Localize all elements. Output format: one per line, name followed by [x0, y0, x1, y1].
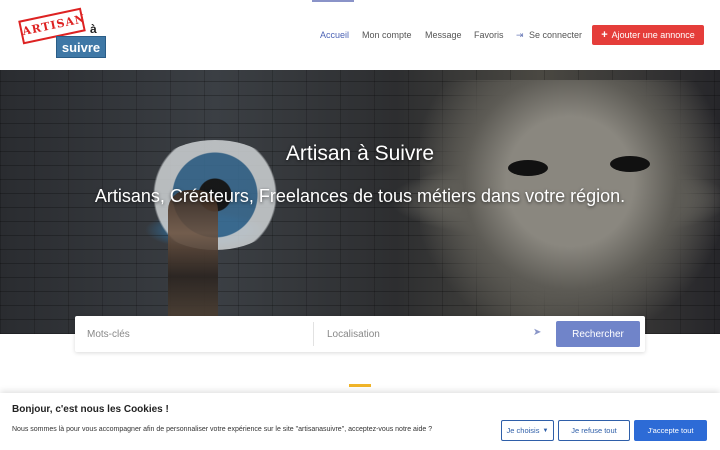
caret-down-icon: ▼ [542, 427, 549, 434]
sign-in-icon: ⇥ [516, 29, 524, 40]
nav-link-se-connecter[interactable]: Se connecter [529, 30, 582, 40]
nav-link-message[interactable]: Message [425, 30, 462, 40]
logo-suivre: suivre [56, 36, 106, 58]
active-nav-indicator [312, 0, 354, 2]
hero-subtitle: Artisans, Créateurs, Freelances de tous … [94, 186, 626, 206]
site-header: ARTISAN à suivre Accueil Mon compte Mess… [0, 0, 720, 70]
search-divider [313, 322, 314, 346]
nav-item-se-connecter[interactable]: ⇥ Se connecter [516, 24, 582, 46]
nav-item-accueil[interactable]: Accueil [320, 24, 349, 46]
cookie-choose-label: Je choisis [506, 426, 540, 435]
cookie-title: Bonjour, c'est nous les Cookies ! [12, 404, 169, 415]
hero-banner: Artisan à Suivre Artisans, Créateurs, Fr… [0, 70, 720, 334]
nav-link-favoris[interactable]: Favoris [474, 30, 504, 40]
cookie-banner: Bonjour, c'est nous les Cookies ! Nous s… [0, 393, 720, 450]
nav-item-mon-compte[interactable]: Mon compte [362, 24, 412, 46]
site-logo[interactable]: ARTISAN à suivre [18, 7, 108, 60]
cookie-refuse-button[interactable]: Je refuse tout [558, 420, 630, 441]
nav-link-mon-compte[interactable]: Mon compte [362, 30, 412, 40]
nav-link-accueil[interactable]: Accueil [320, 30, 349, 40]
plus-icon: + [601, 29, 608, 41]
search-button[interactable]: Rechercher [556, 321, 640, 347]
cookie-choose-button[interactable]: Je choisis ▼ [501, 420, 554, 441]
cookie-accept-button[interactable]: J'accepte tout [634, 420, 707, 441]
add-listing-label: Ajouter une annonce [611, 30, 695, 40]
location-input[interactable] [315, 316, 527, 352]
logo-a: à [90, 22, 97, 36]
search-bar: ➤ Rechercher [75, 316, 645, 352]
cookie-text: Nous sommes là pour vous accompagner afi… [12, 426, 433, 433]
nav-item-favoris[interactable]: Favoris [474, 24, 504, 46]
hero-woman-figure [168, 190, 218, 334]
section-accent-line [349, 384, 371, 387]
nav-item-message[interactable]: Message [425, 24, 462, 46]
keywords-input[interactable] [75, 316, 311, 352]
add-listing-button[interactable]: + Ajouter une annonce [592, 25, 704, 45]
location-arrow-icon[interactable]: ➤ [533, 327, 541, 338]
hero-title: Artisan à Suivre [285, 142, 435, 165]
